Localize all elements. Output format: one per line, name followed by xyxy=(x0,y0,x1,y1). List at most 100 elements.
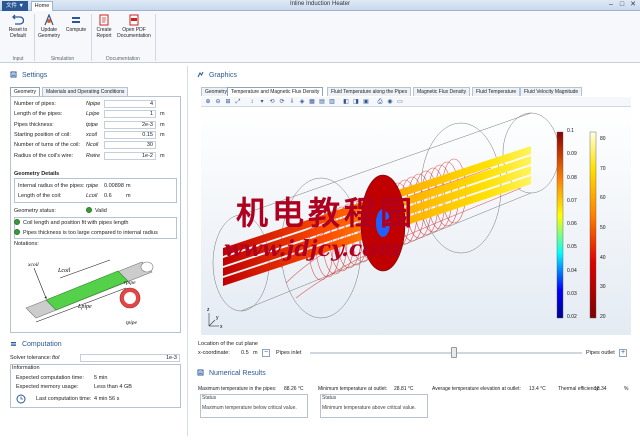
reset-to-default-button[interactable]: Reset to Default xyxy=(5,14,31,39)
graphics-tab[interactable]: Fluid Temperature along the Pipes xyxy=(327,87,412,96)
wireframe-icon[interactable]: ▦ xyxy=(308,98,316,106)
graphics-tab[interactable]: Fluid Temperature xyxy=(472,87,521,96)
export-icon[interactable]: ▭ xyxy=(396,98,404,106)
legend-flux-tick: 0.02 xyxy=(567,314,577,320)
hide-icon[interactable]: ◨ xyxy=(352,98,360,106)
param-input[interactable]: 30 xyxy=(104,141,156,149)
close-button[interactable]: ✕ xyxy=(628,1,638,9)
result-unit: % xyxy=(624,386,629,392)
param-unit: m xyxy=(160,132,165,138)
geometry-status-label: Geometry status: xyxy=(14,208,56,214)
cutplane-slider-track[interactable] xyxy=(310,352,582,354)
param-input[interactable]: 2e-3 xyxy=(104,121,156,129)
param-symbol: tpipe xyxy=(86,122,98,128)
ribbon-separator xyxy=(155,14,156,61)
create-report-button[interactable]: Create Report xyxy=(93,14,115,39)
xcoil-label: xcoil xyxy=(27,262,39,268)
param-symbol: Ncoil xyxy=(86,142,99,148)
cutplane-unit: m xyxy=(253,350,258,356)
graphics-toolbar: ⊕ ⊖ ⊞ ⤢ ↕ ▾ ⟲ ⟳ ⇩ ◈ ▦ ▤ ▥ ◧ ◨ ▣ ⎙ ◉ ▭ xyxy=(201,97,631,107)
rotate-icon[interactable]: ⟲ xyxy=(268,98,276,106)
compute-button[interactable]: Compute xyxy=(63,14,89,34)
tab-home[interactable]: Home xyxy=(31,1,53,11)
reset-icon xyxy=(12,14,24,25)
last-time-value: 4 min 56 s xyxy=(94,396,120,402)
graphics-icon xyxy=(197,71,204,78)
detail-symbol: rpipe xyxy=(86,183,99,189)
legend-flux-tick: 0.09 xyxy=(567,151,577,158)
cutplane-increase-button[interactable]: + xyxy=(619,349,627,357)
legend-temp-tick: 40 xyxy=(600,254,606,261)
param-input[interactable]: 1e-2 xyxy=(104,152,156,160)
geometry-icon xyxy=(44,14,54,26)
solver-tolerance-label: Solver tolerance: xyxy=(10,355,52,361)
clock-icon xyxy=(16,394,26,404)
zoom-in-icon[interactable]: ⊕ xyxy=(204,98,212,106)
zoom-box-icon[interactable]: ⊞ xyxy=(224,98,232,106)
expected-memory-value: Less than 4 GB xyxy=(94,384,132,390)
show-icon[interactable]: ▣ xyxy=(362,98,370,106)
graphics-title: Graphics xyxy=(208,72,237,79)
param-label: Radius of the coil's wire: xyxy=(14,153,74,159)
tab-geometry[interactable]: Geometry xyxy=(10,87,40,96)
grid-icon[interactable]: ▤ xyxy=(318,98,326,106)
result-value: 88.26 °C xyxy=(284,386,304,392)
mesh-icon[interactable]: ▥ xyxy=(328,98,336,106)
rotate-down-icon[interactable]: ⇩ xyxy=(288,98,296,106)
check-2-text: Pipes thickness is too large compared to… xyxy=(23,230,158,236)
param-label: Number of pipes: xyxy=(14,101,56,107)
legend-flux-tick: 0.04 xyxy=(567,267,577,274)
open-pdf-documentation-button[interactable]: Open PDF Documentation xyxy=(116,14,152,39)
graphics-tab[interactable]: Magnetic Flux Density xyxy=(413,87,471,96)
legend-temp-tick: 20 xyxy=(600,314,606,320)
cutplane-slider-thumb[interactable] xyxy=(451,347,458,358)
dropdown-arrow-icon[interactable]: ▾ xyxy=(258,98,266,106)
tab-materials[interactable]: Materials and Operating Conditions xyxy=(42,87,129,96)
minimize-button[interactable]: – xyxy=(606,1,616,9)
axis-orientation-icon[interactable]: ↕ xyxy=(248,98,256,106)
computation-title: Computation xyxy=(21,341,62,348)
results-icon xyxy=(197,369,204,376)
legend-flux-tick: 0.05 xyxy=(567,244,577,251)
select-icon[interactable]: ◧ xyxy=(342,98,350,106)
watermark-url: www.jdjcy.com xyxy=(224,236,401,262)
check-2: Pipes thickness is too large compared to… xyxy=(14,229,158,237)
camera-icon[interactable]: ◉ xyxy=(386,98,394,106)
check-1-text: Coil length and position fit with pipes … xyxy=(23,220,129,226)
print-icon[interactable]: ⎙ xyxy=(376,98,384,106)
file-menu-button[interactable]: 文件 ▼ xyxy=(2,1,28,11)
solver-tolerance-input[interactable]: 1e-3 xyxy=(80,354,180,362)
update-geometry-label: Update Geometry xyxy=(38,27,60,39)
compute-icon xyxy=(72,17,80,23)
notation-diagram: xcoil Lcoil Lpipe rpipe tpipe xyxy=(25,259,154,326)
param-label: Length of the pipes: xyxy=(14,111,63,117)
param-input[interactable]: 1 xyxy=(104,110,156,118)
axis-y-label: y xyxy=(216,315,219,321)
param-symbol: Rwire xyxy=(86,153,101,159)
graphics-tab[interactable]: Temperature and Magnetic Flux Density xyxy=(227,87,324,96)
zoom-extents-icon[interactable]: ⤢ xyxy=(234,98,242,106)
param-unit: m xyxy=(160,111,165,117)
result-status-text: Maximum temperature below critical value… xyxy=(202,405,297,411)
expected-time-value: 5 min xyxy=(94,375,108,381)
maximize-button[interactable]: □ xyxy=(617,1,627,9)
param-label: Number of turns of the coil: xyxy=(14,142,81,148)
cutplane-decrease-button[interactable]: − xyxy=(262,349,270,357)
param-symbol: Lpipe xyxy=(86,111,100,117)
param-label: Starting position of coil: xyxy=(14,132,71,138)
rotate-right-icon[interactable]: ⟳ xyxy=(278,98,286,106)
check-icon xyxy=(86,207,92,213)
lcoil-label: Lcoil xyxy=(57,268,71,274)
compute-label: Compute xyxy=(65,27,87,33)
zoom-out-icon[interactable]: ⊖ xyxy=(214,98,222,106)
update-geometry-button[interactable]: Update Geometry xyxy=(36,14,62,39)
check-icon xyxy=(14,219,20,225)
graphics-tab[interactable]: Fluid Velocity Magnitude xyxy=(520,87,583,96)
param-input[interactable]: 0.15 xyxy=(104,131,156,139)
perspective-icon[interactable]: ◈ xyxy=(298,98,306,106)
axis-z-label: z xyxy=(207,307,210,313)
pdf-icon xyxy=(129,14,139,26)
legend-flux-tick: 0.07 xyxy=(567,197,577,204)
last-time-label: Last computation time: xyxy=(36,396,92,402)
param-input[interactable]: 4 xyxy=(104,100,156,108)
